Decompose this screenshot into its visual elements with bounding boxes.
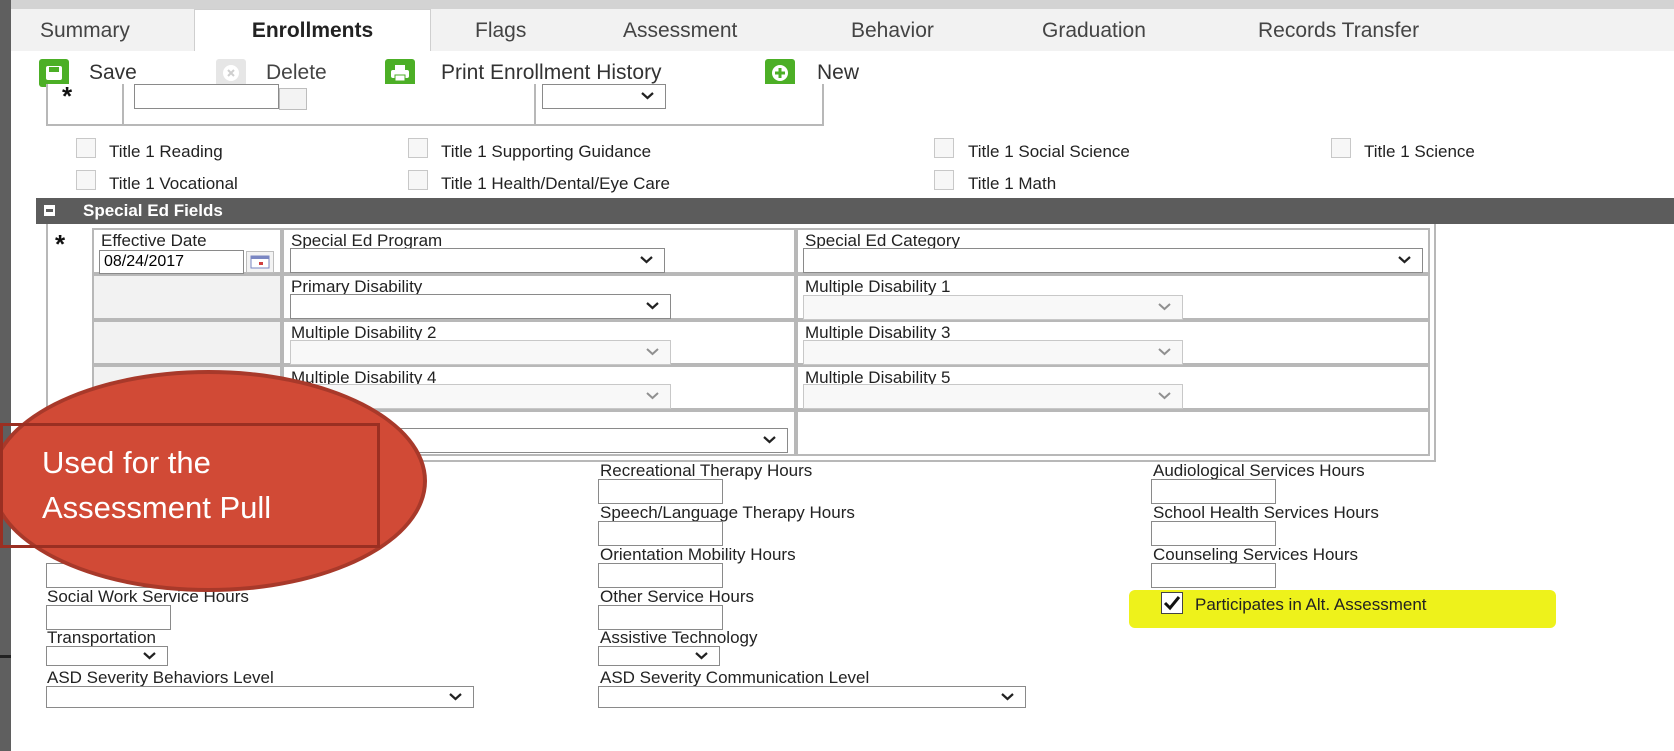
title1-health-dental-eye-checkbox[interactable] — [408, 170, 428, 190]
multiple-disability-1-select[interactable] — [803, 295, 1183, 320]
tab-bar: Summary Enrollments Flags Assessment Beh… — [11, 9, 1674, 52]
callout-line-2: Assessment Pull — [42, 490, 272, 525]
delete-label: Delete — [266, 61, 327, 84]
tab-summary[interactable]: Summary — [40, 19, 130, 43]
other-service-label: Other Service Hours — [600, 587, 754, 606]
slide-edge-mark — [0, 655, 11, 658]
title1-vocational-checkbox[interactable] — [76, 170, 96, 190]
audiological-services-input[interactable] — [1151, 479, 1276, 504]
multiple-disability-3-select[interactable] — [803, 340, 1183, 365]
transportation-label: Transportation — [47, 628, 156, 647]
other-service-input[interactable] — [598, 605, 723, 630]
title1-supporting-guidance-label: Title 1 Supporting Guidance — [441, 142, 652, 161]
tab-records-transfer[interactable]: Records Transfer — [1258, 19, 1419, 43]
prior-date-input[interactable] — [134, 84, 279, 109]
tab-behavior[interactable]: Behavior — [851, 19, 934, 43]
special-ed-program-select[interactable] — [290, 248, 665, 273]
tab-assessment[interactable]: Assessment — [623, 19, 737, 43]
prior-row-divider-2 — [534, 84, 536, 126]
asd-behaviors-select[interactable] — [46, 686, 474, 708]
alt-assessment-checkbox[interactable] — [1161, 592, 1183, 614]
annotation-callout-text: Used for the Assessment Pull — [42, 440, 382, 530]
callout-line-1: Used for the — [42, 445, 211, 480]
speech-language-input[interactable] — [598, 521, 723, 546]
prior-select[interactable] — [542, 84, 666, 109]
save-label: Save — [89, 61, 137, 84]
window-top-edge — [11, 0, 1674, 9]
title1-math-label: Title 1 Math — [968, 174, 1057, 193]
title1-reading-label: Title 1 Reading — [109, 142, 223, 161]
asd-behaviors-label: ASD Severity Behaviors Level — [47, 668, 274, 687]
alt-assessment-label: Participates in Alt. Assessment — [1195, 595, 1427, 614]
orientation-mobility-input[interactable] — [598, 563, 723, 588]
recreational-therapy-label: Recreational Therapy Hours — [600, 461, 813, 480]
primary-disability-select[interactable] — [290, 294, 671, 319]
printer-icon — [385, 59, 415, 87]
section-title: Special Ed Fields — [83, 201, 223, 220]
transportation-select[interactable] — [46, 646, 168, 666]
multiple-disability-2-select[interactable] — [290, 340, 671, 365]
audiological-services-label: Audiological Services Hours — [1153, 461, 1365, 480]
window-left-edge — [0, 0, 11, 751]
title1-science-label: Title 1 Science — [1364, 142, 1475, 161]
required-asterisk-2: * — [55, 229, 66, 259]
special-ed-category-select[interactable] — [803, 248, 1423, 273]
empty-cell — [796, 410, 1430, 456]
plus-icon — [765, 59, 795, 87]
counseling-services-label: Counseling Services Hours — [1153, 545, 1359, 564]
title1-social-science-checkbox[interactable] — [934, 138, 954, 158]
empty-cell — [92, 320, 282, 365]
asd-communication-label: ASD Severity Communication Level — [600, 668, 870, 687]
recreational-therapy-input[interactable] — [598, 479, 723, 504]
multiple-disability-5-select[interactable] — [803, 384, 1183, 409]
speech-language-label: Speech/Language Therapy Hours — [600, 503, 855, 522]
social-work-input[interactable] — [46, 605, 171, 630]
title1-supporting-guidance-checkbox[interactable] — [408, 138, 428, 158]
delete-icon — [216, 59, 246, 87]
title1-science-checkbox[interactable] — [1331, 138, 1351, 158]
calendar-icon[interactable] — [279, 88, 307, 110]
title1-health-dental-eye-label: Title 1 Health/Dental/Eye Care — [441, 174, 670, 193]
title1-reading-checkbox[interactable] — [76, 138, 96, 158]
tab-graduation[interactable]: Graduation — [1042, 19, 1146, 43]
asd-communication-select[interactable] — [598, 686, 1026, 708]
effective-date-label: Effective Date — [101, 231, 207, 250]
title1-math-checkbox[interactable] — [934, 170, 954, 190]
new-label: New — [817, 61, 860, 84]
print-label: Print Enrollment History — [441, 61, 662, 84]
effective-date-input[interactable]: 08/24/2017 — [99, 250, 244, 274]
school-health-input[interactable] — [1151, 521, 1276, 546]
tab-enrollments[interactable]: Enrollments — [194, 9, 431, 52]
required-asterisk: * — [62, 81, 73, 111]
collapse-icon[interactable] — [44, 205, 55, 216]
checkmark-icon — [1163, 596, 1181, 611]
prior-row-divider — [122, 84, 124, 126]
hidden-field-select[interactable] — [380, 428, 788, 453]
assistive-technology-select[interactable] — [598, 646, 720, 666]
title1-social-science-label: Title 1 Social Science — [968, 142, 1130, 161]
assistive-technology-label: Assistive Technology — [600, 628, 758, 647]
multiple-disability-1-label: Multiple Disability 1 — [805, 277, 951, 296]
title1-vocational-label: Title 1 Vocational — [109, 174, 238, 193]
tab-flags[interactable]: Flags — [475, 19, 526, 43]
school-health-label: School Health Services Hours — [1153, 503, 1379, 522]
special-ed-section-header[interactable]: Special Ed Fields — [36, 198, 1674, 224]
orientation-mobility-label: Orientation Mobility Hours — [600, 545, 796, 564]
empty-cell — [92, 274, 282, 320]
calendar-icon[interactable] — [246, 251, 274, 273]
counseling-services-input[interactable] — [1151, 563, 1276, 588]
